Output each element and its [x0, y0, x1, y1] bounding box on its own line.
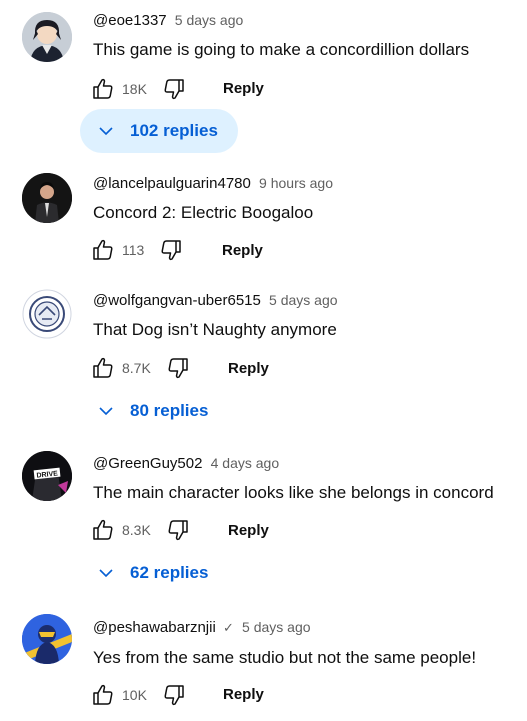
author-name[interactable]: @peshawabarznjii [93, 619, 216, 636]
comment-text: The main character looks like she belong… [93, 483, 494, 502]
comment-text: Yes from the same studio but not the sam… [93, 648, 477, 667]
avatar[interactable]: DRIVE [22, 451, 72, 501]
hero-avatar-image [22, 614, 72, 664]
like-button[interactable] [90, 682, 116, 708]
view-replies-button[interactable]: 102 replies [80, 109, 238, 153]
timestamp[interactable]: 9 hours ago [259, 175, 333, 191]
dislike-button[interactable] [161, 76, 187, 102]
reply-button[interactable]: Reply [223, 686, 264, 703]
reply-button[interactable]: Reply [228, 522, 269, 539]
avatar[interactable] [22, 614, 72, 664]
thumb-down-icon [168, 358, 188, 379]
person-avatar-image [22, 173, 72, 223]
thumb-up-icon [93, 519, 113, 540]
like-button[interactable] [90, 355, 116, 381]
reply-button[interactable]: Reply [228, 360, 269, 377]
view-replies-button[interactable]: 80 replies [80, 389, 228, 433]
author-name[interactable]: @lancelpaulguarin4780 [93, 175, 251, 192]
replies-count-label: 80 replies [130, 401, 209, 420]
comment-actions: 10K [90, 682, 187, 708]
chevron-down-icon [99, 407, 113, 416]
comment-header: @wolfgangvan-uber6515 5 days ago [93, 292, 338, 309]
thumb-up-icon [93, 684, 113, 705]
thumb-down-icon [164, 79, 184, 100]
like-button[interactable] [90, 237, 116, 263]
comment-actions: 18K [90, 76, 187, 102]
avatar[interactable] [22, 173, 72, 223]
dislike-button[interactable] [161, 682, 187, 708]
chevron-down-icon [99, 569, 113, 578]
comment-text: This game is going to make a concordilli… [93, 40, 470, 59]
comment-header: @GreenGuy502 4 days ago [93, 455, 279, 472]
timestamp[interactable]: 5 days ago [269, 292, 338, 308]
timestamp[interactable]: 5 days ago [242, 619, 311, 635]
like-count: 18K [122, 81, 147, 97]
author-name[interactable]: @GreenGuy502 [93, 455, 202, 472]
timestamp[interactable]: 4 days ago [211, 455, 280, 471]
thumb-up-icon [93, 239, 113, 260]
chevron-down-icon [99, 127, 113, 136]
comment-actions: 8.3K [90, 517, 191, 543]
reply-button[interactable]: Reply [222, 242, 263, 259]
comment-actions: 113 [90, 237, 184, 263]
emblem-avatar-image [22, 289, 72, 339]
view-replies-button[interactable]: 62 replies [80, 551, 228, 595]
anime-avatar-image [22, 12, 72, 62]
avatar[interactable] [22, 289, 72, 339]
like-count: 113 [122, 242, 145, 258]
dislike-button[interactable] [165, 517, 191, 543]
like-count: 8.7K [122, 360, 151, 376]
timestamp[interactable]: 5 days ago [175, 12, 244, 28]
drive-avatar-image: DRIVE [22, 451, 72, 501]
author-name[interactable]: @eoe1337 [93, 12, 167, 29]
replies-count-label: 102 replies [130, 121, 218, 140]
thumb-down-icon [164, 685, 184, 706]
check-icon: ✓ [222, 620, 234, 635]
comment-text: Concord 2: Electric Boogaloo [93, 203, 314, 222]
like-count: 10K [122, 687, 147, 703]
avatar[interactable] [22, 12, 72, 62]
replies-count-label: 62 replies [130, 563, 209, 582]
comment-header: @lancelpaulguarin4780 9 hours ago [93, 175, 333, 192]
like-count: 8.3K [122, 522, 151, 538]
like-button[interactable] [90, 517, 116, 543]
thumb-down-icon [168, 520, 188, 541]
thumb-down-icon [161, 240, 182, 261]
dislike-button[interactable] [165, 355, 191, 381]
author-name[interactable]: @wolfgangvan-uber6515 [93, 292, 261, 309]
like-button[interactable] [90, 76, 116, 102]
thumb-up-icon [93, 78, 113, 99]
comment-header: @peshawabarznjii ✓ 5 days ago [93, 619, 311, 636]
reply-button[interactable]: Reply [223, 80, 264, 97]
comment-text: That Dog isn’t Naughty anymore [93, 320, 337, 339]
comment-header: @eoe1337 5 days ago [93, 12, 243, 29]
thumb-up-icon [93, 357, 113, 378]
dislike-button[interactable] [158, 237, 184, 263]
comment-actions: 8.7K [90, 355, 191, 381]
